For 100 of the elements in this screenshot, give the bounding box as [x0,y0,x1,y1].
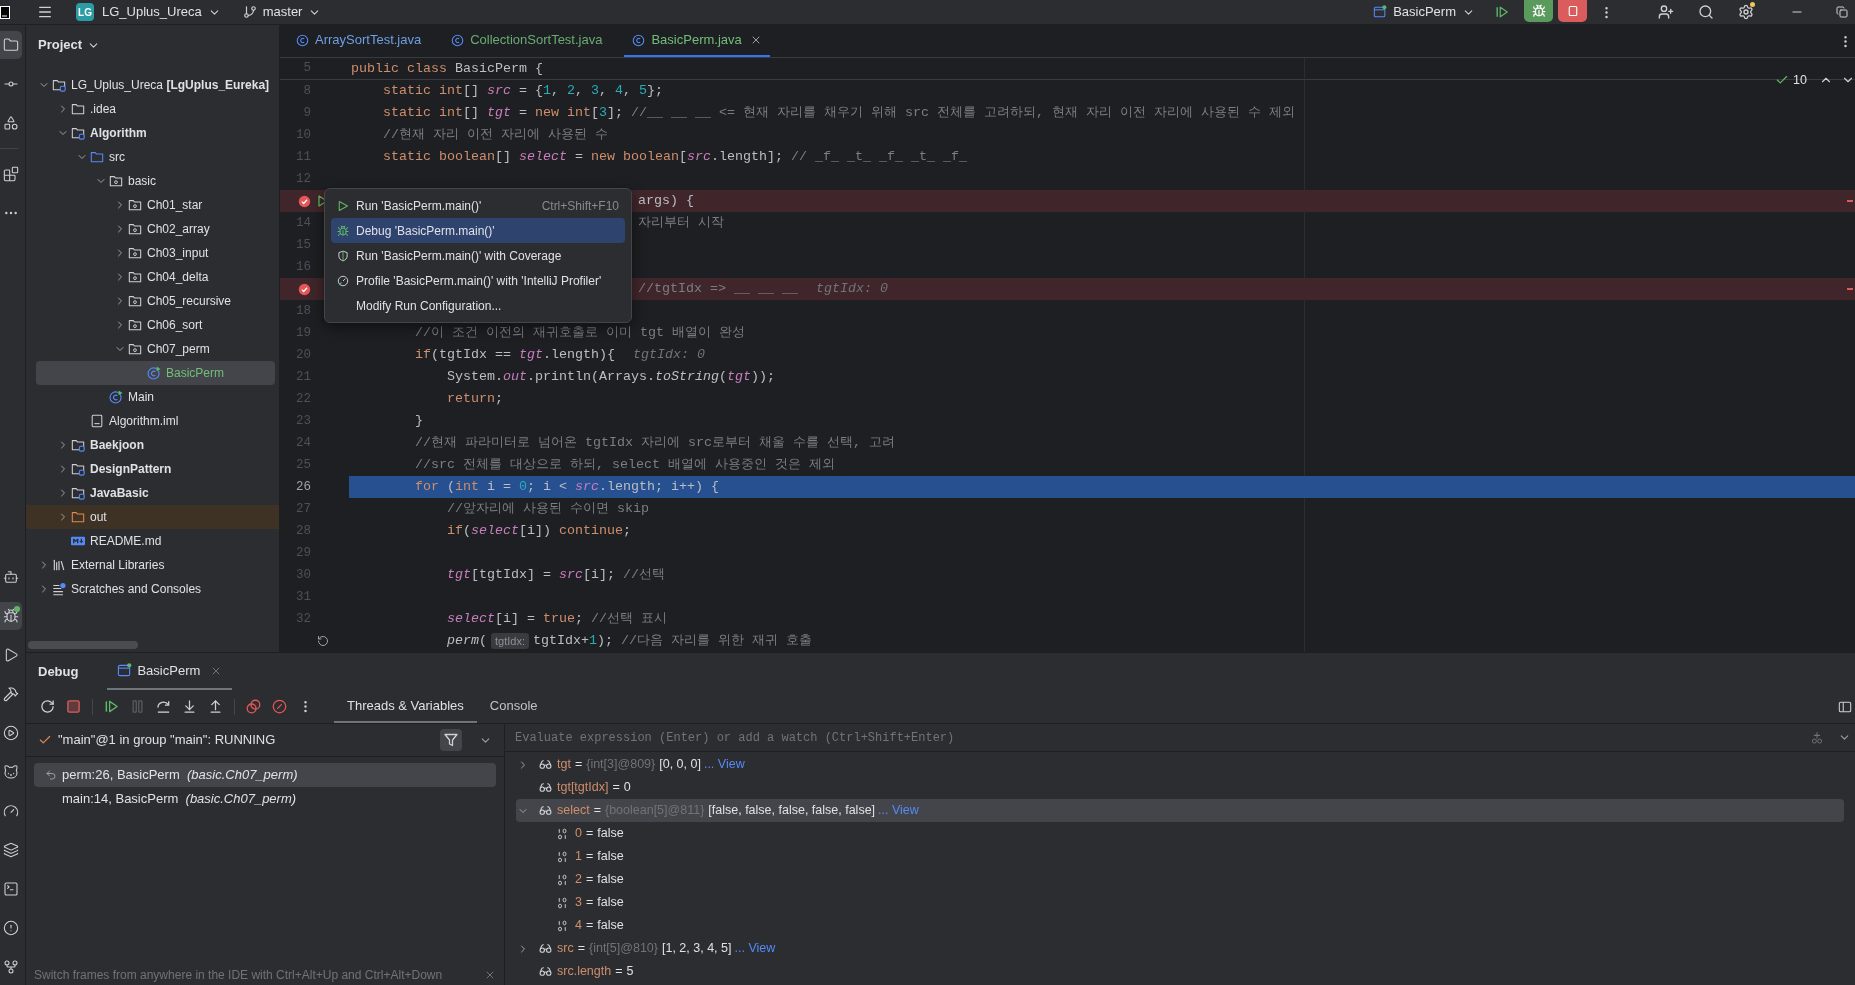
project-name[interactable]: LG_Uplus_Ureca [102,2,202,22]
view-link[interactable]: ... View [734,939,776,958]
menu-item[interactable]: Modify Run Configuration... [331,293,625,318]
session-tab[interactable]: BasicPerm [107,653,233,690]
stop-button[interactable] [1558,0,1587,22]
view-link[interactable]: ... View [703,755,745,774]
debug-button[interactable] [1524,0,1553,22]
tree-item[interactable]: README.md [36,529,275,553]
branch-name[interactable]: master [262,2,303,22]
tree-item[interactable]: Ch02_array [36,217,275,241]
glasses-icon [539,942,552,955]
variable-row[interactable]: 0 = false [516,822,1844,845]
variable-name: src [557,940,574,958]
menu-item[interactable]: Debug 'BasicPerm.main()' [331,218,625,243]
markdown-icon [71,534,85,548]
branch-icon[interactable] [242,5,257,19]
tree-item[interactable]: Main [36,385,275,409]
stop-icon [1566,4,1579,17]
class-icon [147,366,161,380]
refresh-icon[interactable] [40,699,55,714]
window-icon [117,663,133,678]
bug-icon[interactable] [0,602,22,630]
tree-item[interactable]: Ch04_delta [36,265,275,289]
variable-row[interactable]: 1 = false [516,845,1844,868]
breakpoint-icon[interactable] [298,194,311,208]
tree-item[interactable]: Algorithm [36,121,275,145]
variable-row[interactable]: 3 = false [516,891,1844,914]
variable-row[interactable]: tgt = {int[3]@809} [0, 0, 0] ... View [516,753,1844,776]
tree-item[interactable]: Ch05_recursive [36,289,275,313]
equals-sign: = [585,848,594,866]
settings-icon[interactable] [1738,4,1754,20]
overlapping-circles-icon[interactable] [246,699,261,714]
tree-item[interactable]: DesignPattern [36,457,275,481]
panel-tab[interactable]: Console [476,690,551,723]
tree-item[interactable]: out [26,505,279,529]
package-icon [128,318,142,332]
add-user-icon[interactable] [1658,4,1674,20]
menu-item[interactable]: Run 'BasicPerm.main()' with Coverage [331,243,625,268]
code-text: //이 조건 이전의 재귀호출로 이미 tgt 배열이 완성 [415,324,745,342]
variable-row[interactable]: 4 = false [516,914,1844,937]
tree-item[interactable]: Scratches and Consoles [36,577,275,601]
tree-item[interactable]: Ch07_perm [36,337,275,361]
variable-row[interactable]: src.length = 5 [516,960,1844,983]
tree-item[interactable]: Algorithm.iml [36,409,275,433]
tree-item[interactable]: LG_Uplus_Ureca [LgUplus_Eureka] [36,73,275,97]
filter-icon[interactable] [440,729,462,751]
tree-item[interactable]: Ch03_input [36,241,275,265]
code-text: //현재 파라미터로 넘어온 tgtIdx 자리에 src로부터 채울 수를 선택, 고려 [415,434,895,452]
stack-frame[interactable]: main:14, BasicPerm (basic.Ch07_perm) [34,787,496,811]
tree-item[interactable]: External Libraries [36,553,275,577]
tree-item[interactable]: Baekjoon [36,433,275,457]
folder-icon[interactable] [0,31,22,59]
tree-item[interactable]: basic [36,169,275,193]
list-icon [52,582,66,596]
window-icon[interactable] [1373,5,1388,19]
variable-name: 4 [575,917,582,935]
parameter-hint: tgtIdx: [491,633,529,649]
package-icon [109,174,123,188]
menu-item[interactable]: Profile 'BasicPerm.main()' with 'IntelliJ Profiler' [331,268,625,293]
variable-name: select [557,802,590,820]
tree-item[interactable]: src [36,145,275,169]
resume-icon[interactable] [104,699,119,714]
variable-row[interactable]: src = {int[5]@810} [1, 2, 3, 4, 5] ... View [516,937,1844,960]
panel-tab[interactable]: Threads & Variables [334,690,477,723]
arrow-down-icon[interactable] [182,699,197,714]
code-text: static int[] src = {1, 2, 3, 4, 5}; [383,82,663,100]
breakpoint-icon[interactable] [298,282,311,296]
inspection-count[interactable]: 10 [1793,71,1807,90]
menu-icon[interactable] [37,4,53,20]
equals-sign: = [612,779,620,797]
editor-tab[interactable]: BasicPerm.java [624,25,770,57]
tree-item[interactable]: BasicPerm [36,361,275,385]
tip-text: Switch frames from anywhere in the IDE with Ctrl+Alt+Up and Ctrl+Alt+Down [34,967,443,984]
variable-value: false [597,871,624,889]
tree-item[interactable]: Ch06_sort [36,313,275,337]
restore-icon[interactable] [1836,6,1848,18]
editor-tab[interactable]: ArraySortTest.java [288,25,430,57]
close-icon[interactable] [484,969,496,981]
tree-item[interactable]: .idea [36,97,275,121]
stack-frame[interactable]: perm:26, BasicPerm (basic.Ch07_perm) [34,763,496,787]
evaluate-field[interactable]: Evaluate expression (Enter) or add a watch (Ctrl+Shift+Enter) [505,724,1810,751]
equals-sign: = [577,940,585,958]
code-text: //앞자리에 사용된 수이면 skip [447,500,649,518]
tree-item[interactable]: JavaBasic [36,481,275,505]
variable-row[interactable]: 2 = false [516,868,1844,891]
slashed-circle-icon[interactable] [272,699,287,714]
plus-glasses-icon[interactable] [1810,730,1824,745]
search-icon[interactable] [1698,4,1714,20]
variable-value: [false, false, false, false, false] [708,802,876,820]
menu-item[interactable]: Run 'BasicPerm.main()' Ctrl+Shift+F10 [331,193,625,218]
editor-tab[interactable]: CollectionSortTest.java [443,25,611,57]
horizontal-scrollbar[interactable] [28,641,138,649]
run-config-name[interactable]: BasicPerm [1393,2,1456,22]
arrow-up-icon[interactable] [208,699,223,714]
variable-row[interactable]: tgt[tgtIdx] = 0 [516,776,1844,799]
panel-title[interactable]: Project [38,35,83,55]
resume-icon[interactable] [1495,5,1509,19]
tree-item[interactable]: Ch01_star [36,193,275,217]
stop-icon[interactable] [66,699,81,714]
layout-icon[interactable] [1838,699,1852,714]
